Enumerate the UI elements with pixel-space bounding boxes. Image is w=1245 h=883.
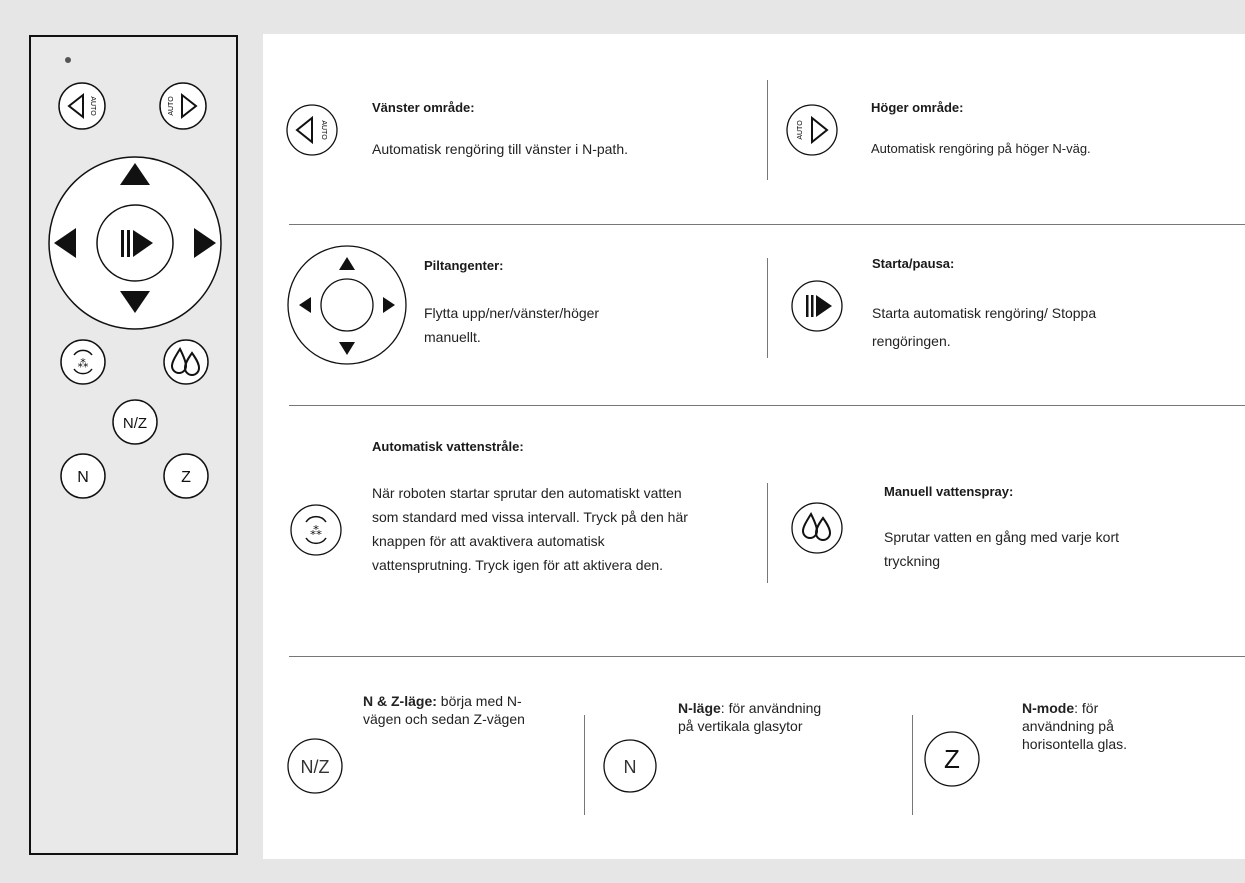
auto-right-icon: AUTO — [786, 104, 838, 156]
auto-spray-icon: ⁂ — [290, 504, 342, 556]
nz-icon-label: N/Z — [301, 757, 330, 777]
manual-spray-desc-1: Sprutar vatten en gång med varje kort — [884, 529, 1120, 545]
n-icon-label: N — [624, 757, 637, 777]
nz-mode-text2: vägen och sedan Z-vägen — [363, 711, 525, 727]
n-mode-text2: på vertikala glasytor — [678, 718, 803, 734]
play-pause-icon — [791, 280, 843, 332]
z-mode-desc: N-mode: för användning på horisontella g… — [1022, 699, 1222, 753]
z-mode-text3: horisontella glas. — [1022, 736, 1128, 752]
water-drop-icon — [791, 502, 843, 554]
z-mode-bold: N-mode — [1022, 700, 1075, 716]
z-mode-icon: Z — [924, 731, 980, 787]
arrows-desc-1: Flytta upp/ner/vänster/höger — [424, 305, 600, 321]
z-mode-text1: : för — [1074, 700, 1099, 716]
nz-mode-desc: N & Z-läge: börja med N- vägen och sedan… — [363, 692, 583, 728]
nz-mode-bold: N & Z-läge: — [363, 693, 437, 709]
auto-left-icon: AUTO — [286, 104, 338, 156]
svg-text:⁂: ⁂ — [310, 524, 322, 538]
auto-spray-title: Automatisk vattenstråle: — [372, 439, 524, 454]
auto-spray-desc-2: som standard med vissa intervall. Tryck … — [372, 509, 688, 525]
arrows-title: Piltangenter: — [424, 258, 504, 273]
manual-spray-title: Manuell vattenspray: — [884, 484, 1014, 499]
start-pause-desc-1: Starta automatisk rengöring/ Stoppa — [872, 305, 1097, 321]
start-pause-desc-2: rengöringen. — [872, 333, 951, 349]
nz-mode-icon: N/Z — [287, 738, 343, 794]
start-pause-title: Starta/pausa: — [872, 256, 955, 271]
auto-label: AUTO — [797, 120, 804, 140]
z-icon-label: Z — [944, 744, 960, 774]
auto-label: AUTO — [320, 120, 327, 140]
right-area-title: Höger område: — [871, 100, 964, 115]
n-mode-text1: : för användning — [720, 700, 822, 716]
z-mode-text2: användning på — [1022, 718, 1114, 734]
n-mode-icon: N — [603, 739, 657, 793]
left-area-title: Vänster område: — [372, 100, 475, 115]
auto-spray-desc-4: vattensprutning. Tryck igen för att akti… — [372, 557, 664, 573]
n-mode-desc: N-läge: för användning på vertikala glas… — [678, 699, 898, 735]
nz-mode-text1: börja med N- — [436, 693, 522, 709]
arrows-desc-2: manuellt. — [424, 329, 481, 345]
auto-spray-desc-1: När roboten startar sprutar den automati… — [372, 485, 682, 501]
manual-spray-desc-2: tryckning — [884, 553, 941, 569]
right-area-desc: Automatisk rengöring på höger N-väg. — [871, 141, 1091, 156]
auto-spray-desc-3: knappen för att avaktivera automatisk — [372, 533, 605, 549]
n-mode-bold: N-läge — [678, 700, 721, 716]
left-area-desc: Automatisk rengöring till vänster i N-pa… — [372, 141, 628, 157]
dpad-icon — [287, 245, 407, 365]
